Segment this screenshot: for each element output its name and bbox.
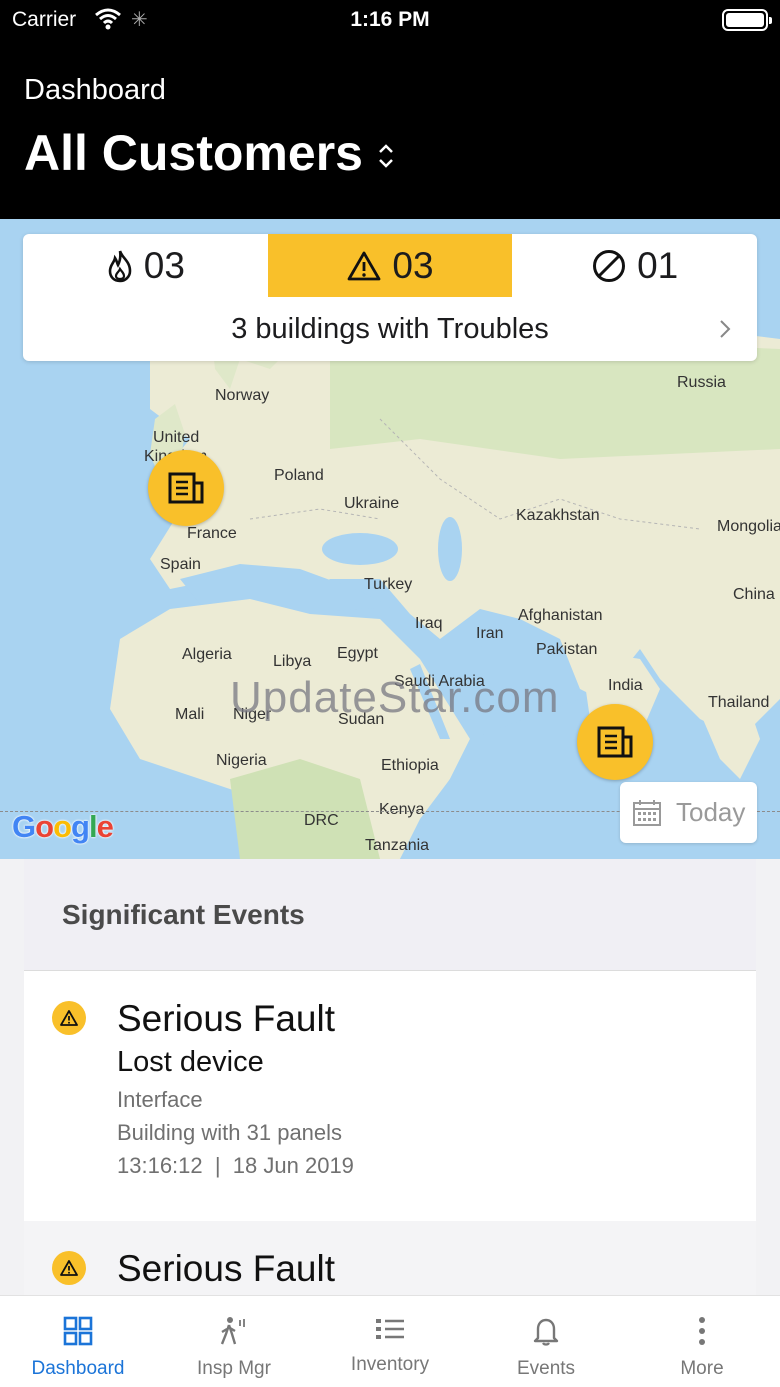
trouble-count: 03: [392, 244, 434, 286]
fire-count: 03: [143, 244, 185, 286]
troubles-summary-link[interactable]: 3 buildings with Troubles: [23, 297, 757, 361]
map-label: Ethiopia: [381, 757, 439, 774]
event-type: Serious Fault: [117, 998, 335, 1039]
list-icon: [376, 1319, 404, 1339]
map-label: Iran: [476, 625, 504, 642]
building-icon: [597, 726, 633, 758]
warning-icon: [52, 1001, 86, 1035]
event-building: Building with 31 panels: [117, 1120, 343, 1145]
trouble-count-tab[interactable]: 03: [267, 234, 513, 297]
walker-icon: [220, 1317, 245, 1345]
building-icon: [168, 472, 204, 504]
chevron-right-icon: [720, 320, 731, 338]
map-label: Pakistan: [536, 641, 598, 658]
alarm-summary-card: 03 03 01 3 buildings with Troubles: [23, 234, 757, 361]
tab-bar: Dashboard Insp Mgr Inventory Events More: [0, 1295, 780, 1387]
map-label: Egypt: [337, 645, 378, 662]
map-label: Poland: [274, 467, 324, 484]
map-label: DRC: [304, 812, 339, 829]
more-icon: [699, 1317, 705, 1345]
section-header: Significant Events: [24, 859, 756, 971]
map-label: United: [153, 429, 200, 446]
grid-icon: [63, 1316, 93, 1346]
status-bar: Carrier ✳ 1:16 PM: [0, 0, 780, 40]
map-label: Russia: [677, 374, 726, 391]
event-type: Serious Fault: [117, 1248, 335, 1289]
map-label: Thailand: [708, 694, 770, 711]
calendar-icon: [633, 799, 661, 826]
map-label: Spain: [160, 556, 201, 573]
map-label: Kenya: [379, 801, 425, 818]
event-item[interactable]: Serious Fault: [24, 1221, 756, 1295]
map-label: Turkey: [364, 576, 413, 593]
disabled-count-tab[interactable]: 01: [512, 234, 757, 297]
event-item[interactable]: Serious Fault Lost device Interface Buil…: [24, 971, 756, 1221]
page-title: All Customers: [24, 125, 363, 181]
map-label: Algeria: [182, 646, 232, 663]
warning-icon: [348, 251, 381, 280]
map-label: Kazakhstan: [516, 507, 600, 524]
troubles-message: 3 buildings with Troubles: [231, 312, 549, 345]
clock: 1:16 PM: [350, 8, 430, 31]
tab-more[interactable]: More: [624, 1296, 780, 1387]
event-timestamp: 13:16:12 | 18 Jun 2019: [117, 1153, 354, 1178]
date-filter-label: Today: [676, 797, 746, 827]
map-label: Nigeria: [216, 752, 267, 769]
event-source: Interface: [117, 1087, 203, 1112]
map-label: France: [187, 525, 237, 542]
app-header: Dashboard All Customers: [0, 40, 780, 220]
watermark: UpdateStar.com: [230, 673, 560, 722]
chevron-up-down-icon: [377, 124, 395, 182]
significant-events-panel: Significant Events Serious Fault Lost de…: [24, 859, 756, 1295]
map-label: Mali: [175, 706, 205, 723]
bell-icon: [533, 1318, 559, 1346]
tab-label: Dashboard: [31, 1358, 125, 1379]
building-marker[interactable]: [577, 704, 653, 780]
tab-label: More: [680, 1358, 724, 1379]
event-description: Lost device: [117, 1046, 264, 1078]
tab-dashboard[interactable]: Dashboard: [0, 1296, 156, 1387]
customer-selector[interactable]: All Customers: [24, 124, 395, 182]
map-label: China: [733, 586, 775, 603]
tab-inventory[interactable]: Inventory: [312, 1296, 468, 1387]
tab-label: Insp Mgr: [197, 1358, 271, 1379]
map-view[interactable]: Norway United Kingdom Poland Ukraine Fra…: [0, 219, 780, 859]
tab-events[interactable]: Events: [468, 1296, 624, 1387]
tab-label: Events: [516, 1358, 576, 1379]
tab-label: Inventory: [350, 1354, 430, 1375]
date-filter-button[interactable]: Today: [620, 782, 757, 843]
map-label: Mongolia: [717, 518, 780, 535]
google-logo: Google: [12, 809, 114, 844]
map-label: Afghanistan: [518, 607, 603, 624]
disabled-icon: [593, 249, 626, 282]
building-marker[interactable]: [148, 450, 224, 526]
page-subtitle: Dashboard: [24, 74, 166, 106]
map-label: Ukraine: [344, 495, 400, 512]
map-label: Libya: [273, 653, 312, 670]
flame-icon: [108, 250, 132, 282]
tab-insp-mgr[interactable]: Insp Mgr: [156, 1296, 312, 1387]
disabled-count: 01: [637, 244, 679, 286]
fire-count-tab[interactable]: 03: [23, 234, 268, 297]
map-label: India: [608, 677, 643, 694]
map-label: Norway: [215, 387, 270, 404]
battery-icon: [722, 9, 772, 31]
map-label: Iraq: [415, 615, 443, 632]
warning-icon: [52, 1251, 86, 1285]
map-label: Tanzania: [365, 837, 430, 854]
